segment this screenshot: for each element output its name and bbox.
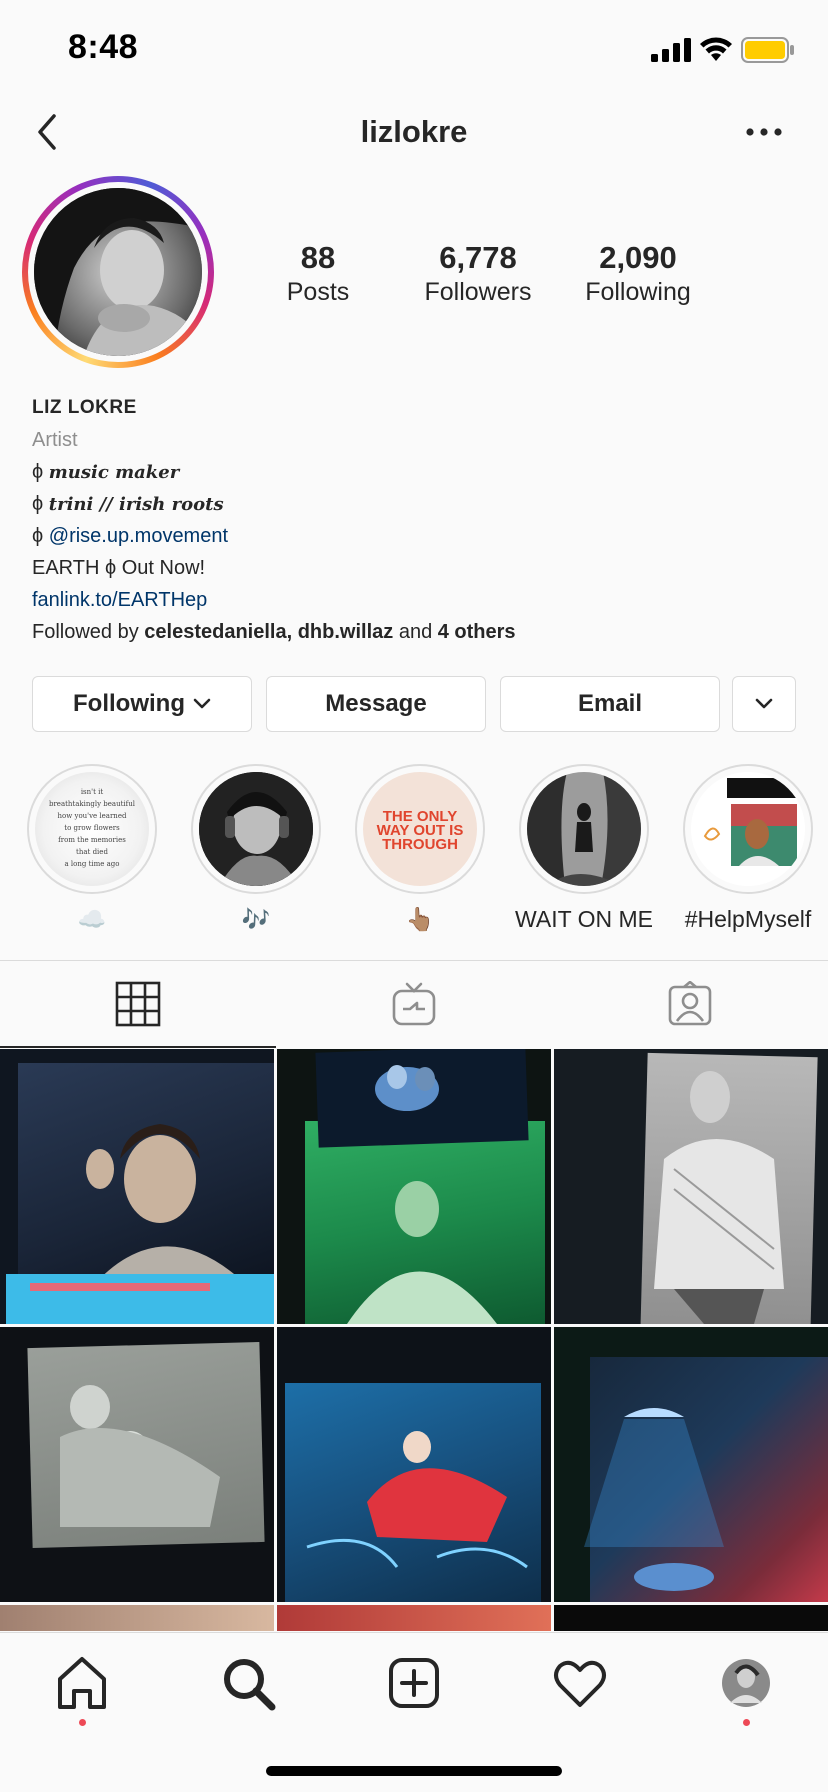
notification-dot [79, 1719, 86, 1726]
search-icon [224, 1659, 276, 1711]
posts-stat[interactable]: 88 Posts [238, 240, 398, 310]
post-thumbnail[interactable] [554, 1049, 828, 1324]
tab-grid[interactable] [0, 961, 276, 1048]
bio-mention-link[interactable]: @rise.up.movement [49, 525, 228, 547]
highlight-cover-text: THE ONLY WAY OUT IS THROUGH [376, 808, 464, 853]
search-tab[interactable] [218, 1653, 278, 1713]
bio-bullet: ϕ [32, 525, 49, 547]
message-button-label: Message [325, 690, 427, 717]
post-thumbnail[interactable] [0, 1049, 274, 1324]
following-button-label: Following [73, 690, 185, 717]
suggested-accounts-button[interactable] [732, 676, 796, 732]
home-indicator [266, 1766, 562, 1776]
highlight-label: WAIT ON ME [515, 906, 653, 932]
heart-icon [554, 1660, 606, 1707]
highlight-wait-on-me[interactable]: WAIT ON ME [502, 764, 666, 934]
profile-username: lizlokre [360, 114, 468, 149]
highlight-cloud[interactable]: isn't it breathtakingly beautiful how yo… [10, 764, 174, 934]
highlight-cover: THE ONLY WAY OUT IS THROUGH [363, 772, 477, 886]
followed-by-and: and [393, 621, 438, 643]
post-thumbnail[interactable] [277, 1605, 551, 1631]
following-button[interactable]: Following [32, 676, 252, 732]
active-tab-indicator [0, 1046, 276, 1048]
posts-count: 88 [300, 240, 336, 275]
followers-count: 6,778 [439, 240, 517, 275]
followers-stat[interactable]: 6,778 Followers [398, 240, 558, 310]
posts-grid [0, 1049, 828, 1631]
profile-content-tabs [0, 961, 828, 1048]
cellular-signal-icon [651, 38, 691, 62]
profile-category: Artist [32, 429, 78, 451]
highlight-cover-text: isn't it breathtakingly beautiful how yo… [48, 788, 136, 868]
following-count: 2,090 [599, 240, 677, 275]
post-thumbnail[interactable] [277, 1049, 551, 1324]
bio-line-mention: ϕ @rise.up.movement [32, 520, 792, 552]
tab-tagged[interactable] [552, 961, 828, 1047]
tab-igtv[interactable] [276, 961, 552, 1047]
status-time: 8:48 [68, 28, 139, 66]
posts-label: Posts [286, 278, 350, 306]
bio-line-roots: ϕ trini // irish roots [32, 488, 792, 520]
bio-bullet: ϕ [32, 493, 49, 515]
highlight-cover [691, 772, 805, 886]
profile-tab[interactable] [716, 1653, 776, 1726]
bio-website-link[interactable]: fanlink.to/EARTHep [32, 584, 792, 616]
highlight-help-myself[interactable]: #HelpMyself [666, 764, 828, 934]
notification-dot [743, 1719, 750, 1726]
highlight-label: 👆🏽 [405, 906, 435, 932]
ellipsis-icon[interactable] [744, 112, 784, 152]
email-button-label: Email [577, 690, 643, 717]
bio-bullet: ϕ [32, 461, 49, 483]
email-button[interactable]: Email [500, 676, 720, 732]
highlight-cover: isn't it breathtakingly beautiful how yo… [35, 772, 149, 886]
status-bar: 8:48 [0, 0, 828, 100]
post-thumbnail[interactable] [554, 1605, 828, 1631]
home-icon [58, 1657, 106, 1709]
bio-text: music maker [48, 462, 180, 483]
highlight-label: 🎶 [241, 906, 271, 932]
profile-stats: 88 Posts 6,778 Followers 2,090 Following [238, 240, 808, 310]
battery-icon [741, 37, 794, 63]
story-highlights: isn't it breathtakingly beautiful how yo… [0, 764, 828, 934]
highlight-label: #HelpMyself [684, 906, 812, 932]
highlight-music[interactable]: 🎶 [174, 764, 338, 934]
profile-bio: LIZ LOKRE Artist ϕ music maker ϕ trini /… [32, 392, 792, 648]
highlight-through[interactable]: THE ONLY WAY OUT IS THROUGH 👆🏽 [338, 764, 502, 934]
message-button[interactable]: Message [266, 676, 486, 732]
activity-tab[interactable] [550, 1653, 610, 1713]
bio-line-music: ϕ music maker [32, 456, 792, 488]
followed-by-line[interactable]: Followed by celestedaniella, dhb.willaz … [32, 616, 792, 648]
following-label: Following [585, 278, 691, 306]
igtv-icon [392, 982, 436, 1026]
followed-by-prefix: Followed by [32, 621, 145, 643]
post-thumbnail[interactable] [554, 1327, 828, 1602]
chevron-down-icon [193, 698, 211, 709]
new-post-tab[interactable] [384, 1653, 444, 1713]
post-thumbnail[interactable] [0, 1327, 274, 1602]
profile-actions: Following Message Email [32, 676, 796, 732]
profile-avatar[interactable] [34, 188, 202, 356]
highlight-label: ☁️ [77, 906, 107, 932]
profile-full-name: LIZ LOKRE [32, 397, 137, 418]
wifi-icon [700, 37, 732, 61]
followers-label: Followers [424, 278, 532, 306]
story-ring[interactable] [22, 176, 214, 368]
post-thumbnail[interactable] [277, 1327, 551, 1602]
following-stat[interactable]: 2,090 Following [558, 240, 718, 310]
bio-release-line: EARTH ϕ Out Now! [32, 557, 206, 579]
bio-text: trini // irish roots [48, 494, 224, 515]
profile-avatar-icon [722, 1659, 770, 1707]
followed-by-others: 4 others [437, 621, 516, 643]
avatar-photo [34, 188, 202, 356]
chevron-down-icon [755, 698, 773, 709]
followed-by-names: celestedaniella, dhb.willaz [144, 621, 394, 643]
highlight-cover [527, 772, 641, 886]
highlight-cover [199, 772, 313, 886]
grid-icon [115, 981, 161, 1027]
new-post-icon [389, 1658, 439, 1708]
home-tab[interactable] [52, 1653, 112, 1726]
post-thumbnail[interactable] [0, 1605, 274, 1631]
profile-header-bar: lizlokre [0, 100, 828, 170]
tagged-icon [668, 981, 712, 1026]
